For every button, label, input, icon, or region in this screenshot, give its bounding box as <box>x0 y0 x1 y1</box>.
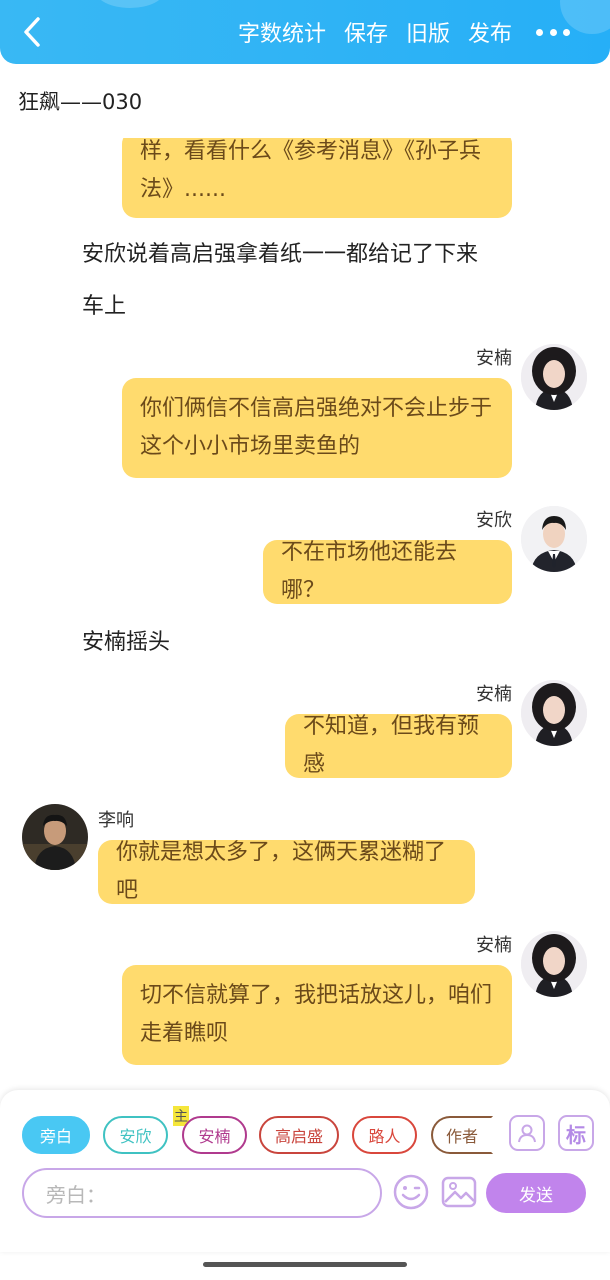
avatar[interactable] <box>22 804 88 870</box>
narration-text[interactable]: 安欣说着高启强拿着纸一一都给记了下来 <box>82 236 478 268</box>
narration-text[interactable]: 车上 <box>82 288 126 320</box>
message-bubble[interactable]: 样，看看什么《参考消息》《孙子兵 法》...... <box>122 138 512 218</box>
speaker-name: 安楠 <box>476 935 512 956</box>
home-indicator[interactable] <box>203 1262 407 1267</box>
message-input[interactable]: 旁白： <box>22 1168 382 1218</box>
label-button[interactable]: 标 <box>558 1115 594 1151</box>
role-chip-annan[interactable]: 安楠 <box>182 1116 247 1154</box>
speaker-name: 安楠 <box>476 684 512 705</box>
old-version-button[interactable]: 旧版 <box>406 16 450 48</box>
top-bar: 字数统计 保存 旧版 发布 <box>0 0 610 64</box>
avatar[interactable] <box>521 506 587 572</box>
publish-button[interactable]: 发布 <box>468 16 512 48</box>
more-button[interactable] <box>536 20 570 44</box>
chat-area[interactable]: 样，看看什么《参考消息》《孙子兵 法》...... 安欣说着高启强拿着纸一一都给… <box>0 138 610 1082</box>
label-icon: 标 <box>566 1122 586 1147</box>
role-chip-passerby[interactable]: 路人 <box>352 1116 417 1154</box>
header-decoration <box>95 0 165 8</box>
avatar[interactable] <box>521 344 587 410</box>
image-icon <box>441 1176 477 1208</box>
role-chip-author[interactable]: 作者 <box>431 1116 493 1154</box>
save-button[interactable]: 保存 <box>344 16 388 48</box>
composer-panel: 旁白 安欣 主 安楠 高启盛 路人 作者 标 旁白： 发送 <box>0 1090 610 1252</box>
input-placeholder: 旁白： <box>46 1182 106 1207</box>
narration-text[interactable]: 安楠摇头 <box>82 624 170 656</box>
back-arrow-icon <box>24 17 40 47</box>
more-dots-icon <box>536 28 543 36</box>
avatar[interactable] <box>521 680 587 746</box>
image-button[interactable] <box>440 1173 478 1211</box>
role-manage-button[interactable] <box>509 1115 545 1151</box>
message-bubble[interactable]: 你们俩信不信高启强绝对不会止步于 这个小小市场里卖鱼的 <box>122 378 512 478</box>
speaker-name: 李响 <box>98 810 134 831</box>
emoji-button[interactable] <box>392 1173 430 1211</box>
back-button[interactable] <box>14 14 50 50</box>
speaker-name: 安楠 <box>476 348 512 369</box>
message-bubble[interactable]: 你就是想太多了，这俩天累迷糊了吧 <box>98 840 475 904</box>
send-button[interactable]: 发送 <box>486 1173 586 1213</box>
chapter-title: 狂飙——030 <box>18 90 143 114</box>
role-chip-gaoqisheng[interactable]: 高启盛 <box>259 1116 339 1154</box>
message-bubble[interactable]: 切不信就算了，我把话放这儿，咱们 走着瞧呗 <box>122 965 512 1065</box>
speaker-name: 安欣 <box>476 510 512 531</box>
word-count-button[interactable]: 字数统计 <box>238 16 326 48</box>
role-manage-icon <box>518 1124 536 1143</box>
role-chip-narrator[interactable]: 旁白 <box>22 1116 90 1154</box>
message-bubble[interactable]: 不在市场他还能去哪？ <box>263 540 512 604</box>
emoji-icon <box>393 1174 429 1210</box>
role-chip-anxin[interactable]: 安欣 <box>103 1116 168 1154</box>
message-bubble[interactable]: 不知道，但我有预感 <box>285 714 512 778</box>
avatar[interactable] <box>521 931 587 997</box>
